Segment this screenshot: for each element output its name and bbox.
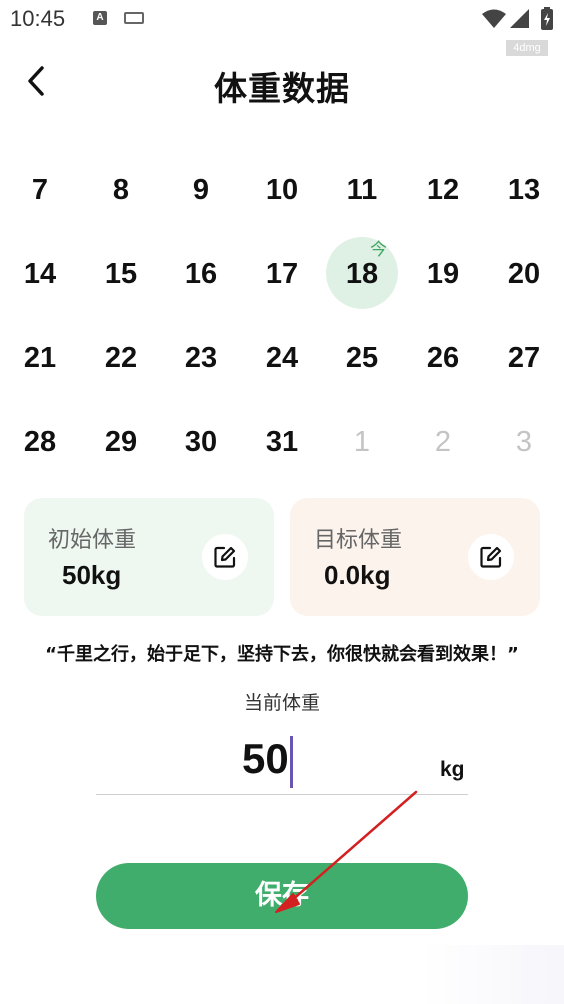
calendar-day[interactable]: 31 [242,400,322,480]
calendar-day[interactable]: 7 [0,148,80,228]
signal-icon [510,9,529,28]
calendar-day[interactable]: 23 [161,316,241,396]
calendar-day[interactable]: 24 [242,316,322,396]
calendar-day[interactable]: 11 [322,148,402,228]
motivational-quote: “千里之行，始于足下，坚持下去，你很快就会看到效果！” [45,644,519,665]
calendar-day[interactable]: 28 [0,400,80,480]
target-weight-value: 0.0kg [324,560,391,590]
calendar-day[interactable]: 27 [484,316,564,396]
calendar-day[interactable]: 21 [0,316,80,396]
battery-charging-icon [541,7,553,30]
edit-target-weight-button[interactable] [468,534,514,580]
edit-initial-weight-button[interactable] [202,534,248,580]
wifi-icon [482,9,506,28]
keyboard-icon [124,12,144,24]
current-weight-input[interactable]: 50 [242,735,289,783]
initial-weight-label: 初始体重 [48,528,137,553]
calendar-day[interactable]: 14 [0,232,80,312]
calendar-day[interactable]: 26 [403,316,483,396]
page-title: 体重数据 [214,69,350,108]
target-weight-card: 目标体重 0.0kg [290,498,540,616]
calendar-day[interactable]: 15 [81,232,161,312]
calendar-day-next-month[interactable]: 2 [403,400,483,480]
calendar-day[interactable]: 20 [484,232,564,312]
text-cursor [290,736,293,788]
calendar-week: 21 22 23 24 25 26 27 [0,316,564,400]
calendar-day[interactable]: 17 [242,232,322,312]
edit-icon [214,546,236,568]
calendar-day[interactable]: 16 [161,232,241,312]
calendar-day-next-month[interactable]: 1 [322,400,402,480]
status-bar: 10:45 A [0,0,564,40]
initial-weight-value: 50kg [62,560,122,590]
header: 体重数据 [0,50,564,116]
calendar-day[interactable]: 22 [81,316,161,396]
calendar-day[interactable]: 12 [403,148,483,228]
bottom-fade [420,945,564,1004]
calendar-day[interactable]: 19 [403,232,483,312]
calendar-day-next-month[interactable]: 3 [484,400,564,480]
calendar-day[interactable]: 8 [81,148,161,228]
calendar-week: 7 8 9 10 11 12 13 [0,148,564,232]
save-button[interactable]: 保存 [96,863,468,929]
status-time: 10:45 [10,6,66,31]
calendar-day[interactable]: 25 [322,316,402,396]
calendar-day[interactable]: 29 [81,400,161,480]
calendar-day-today[interactable]: 18 今 [322,232,402,312]
weight-unit: kg [440,758,465,781]
calendar-day[interactable]: 10 [242,148,322,228]
calendar-week: 14 15 16 17 18 今 19 20 [0,232,564,316]
initial-weight-card: 初始体重 50kg [24,498,274,616]
current-weight-label: 当前体重 [243,692,320,714]
input-underline [96,794,468,795]
calendar-day[interactable]: 30 [161,400,241,480]
calendar-week: 28 29 30 31 1 2 3 [0,400,564,484]
calendar-day[interactable]: 13 [484,148,564,228]
target-weight-label: 目标体重 [314,528,403,553]
calendar-day[interactable]: 9 [161,148,241,228]
edit-icon [480,546,502,568]
calendar-day-number: 18 [345,258,379,290]
accessibility-icon: A [93,11,107,25]
